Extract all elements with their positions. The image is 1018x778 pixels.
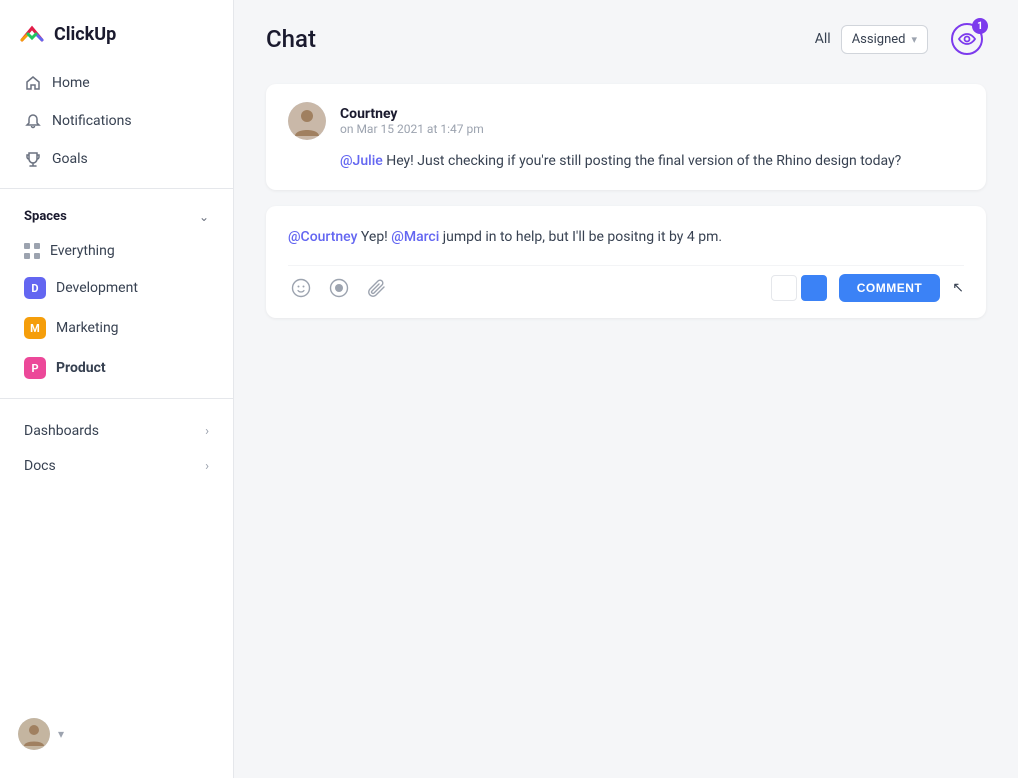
message-text-1: Hey! Just checking if you're still posti… [383, 153, 902, 169]
chevron-down-icon: ⌄ [199, 210, 209, 224]
reply-text-1: Yep! [357, 229, 391, 245]
sidebar-item-product[interactable]: P Product [6, 349, 227, 387]
mention-courtney: @Courtney [288, 229, 357, 245]
reply-body: @Courtney Yep! @Marci jumpd in to help, … [288, 226, 964, 248]
reply-text-2: jumpd in to help, but I'll be positng it… [439, 229, 722, 245]
sidebar-divider-2 [0, 398, 233, 399]
format-btn-2[interactable] [801, 275, 827, 301]
sidebar-item-marketing[interactable]: M Marketing [6, 309, 227, 347]
format-btn-1[interactable] [771, 275, 797, 301]
reply-toolbar: COMMENT ↖ [288, 265, 964, 302]
trophy-icon [24, 150, 42, 168]
home-icon [24, 74, 42, 92]
format-icons [771, 275, 827, 301]
filter-assigned-dropdown[interactable]: Assigned ▾ [841, 25, 928, 54]
notifications-label: Notifications [52, 113, 132, 129]
user-avatar[interactable] [18, 718, 50, 750]
sidebar-item-dashboards[interactable]: Dashboards › [6, 414, 227, 448]
product-label: Product [56, 360, 106, 376]
sidebar-footer: ▾ [0, 706, 233, 762]
message-body-1: @Julie Hey! Just checking if you're stil… [340, 150, 964, 172]
filter-all-button[interactable]: All [815, 31, 831, 47]
attach-button[interactable] [364, 275, 390, 301]
sidebar-item-docs[interactable]: Docs › [6, 449, 227, 483]
filter-assigned-label: Assigned [852, 32, 906, 47]
development-badge: D [24, 277, 46, 299]
sidebar-item-goals[interactable]: Goals [6, 141, 227, 177]
clickup-logo-icon [18, 20, 46, 48]
message-time-1: on Mar 15 2021 at 1:47 pm [340, 122, 484, 136]
watch-button[interactable]: 1 [948, 20, 986, 58]
message-card-1: Courtney on Mar 15 2021 at 1:47 pm @Juli… [266, 84, 986, 190]
spaces-label: Spaces [24, 209, 67, 224]
bell-icon [24, 112, 42, 130]
sidebar: ClickUp Home Notifications Go [0, 0, 234, 778]
filter-assigned-chevron: ▾ [911, 33, 917, 46]
sidebar-item-everything[interactable]: Everything [6, 235, 227, 267]
sidebar-divider-1 [0, 188, 233, 189]
sidebar-item-home[interactable]: Home [6, 65, 227, 101]
chat-area: Courtney on Mar 15 2021 at 1:47 pm @Juli… [234, 74, 1018, 778]
watch-count-badge: 1 [972, 18, 988, 34]
sidebar-item-notifications[interactable]: Notifications [6, 103, 227, 139]
product-badge: P [24, 357, 46, 379]
docs-label: Docs [24, 458, 56, 474]
emoji-button[interactable] [288, 275, 314, 301]
app-name: ClickUp [54, 24, 116, 45]
sidebar-item-development[interactable]: D Development [6, 269, 227, 307]
marketing-label: Marketing [56, 320, 119, 336]
sidebar-bottom-nav: Dashboards › Docs › [0, 409, 233, 488]
filter-group: All Assigned ▾ [815, 25, 928, 54]
message-sender-1: Courtney [340, 106, 484, 122]
dashboards-arrow: › [205, 424, 209, 439]
sender-avatar-courtney [288, 102, 326, 140]
mention-marci: @Marci [391, 229, 439, 245]
everything-icon [24, 243, 40, 259]
mention-julie: @Julie [340, 153, 383, 169]
goals-label: Goals [52, 151, 88, 167]
spaces-header[interactable]: Spaces ⌄ [6, 201, 227, 232]
main-content: Chat All Assigned ▾ 1 [234, 0, 1018, 778]
docs-arrow: › [205, 459, 209, 474]
dashboards-label: Dashboards [24, 423, 99, 439]
home-label: Home [52, 75, 90, 91]
chat-title: Chat [266, 25, 795, 53]
message-header-1: Courtney on Mar 15 2021 at 1:47 pm [288, 102, 964, 140]
comment-button[interactable]: COMMENT [839, 274, 941, 302]
message-meta-1: Courtney on Mar 15 2021 at 1:47 pm [340, 106, 484, 136]
chat-header: Chat All Assigned ▾ 1 [234, 0, 1018, 74]
logo-area: ClickUp [0, 0, 233, 64]
reply-card: @Courtney Yep! @Marci jumpd in to help, … [266, 206, 986, 317]
user-chevron-icon: ▾ [58, 727, 64, 741]
development-label: Development [56, 280, 138, 296]
everything-label: Everything [50, 243, 115, 259]
marketing-badge: M [24, 317, 46, 339]
record-button[interactable] [326, 275, 352, 301]
cursor-icon: ↖ [952, 280, 964, 296]
